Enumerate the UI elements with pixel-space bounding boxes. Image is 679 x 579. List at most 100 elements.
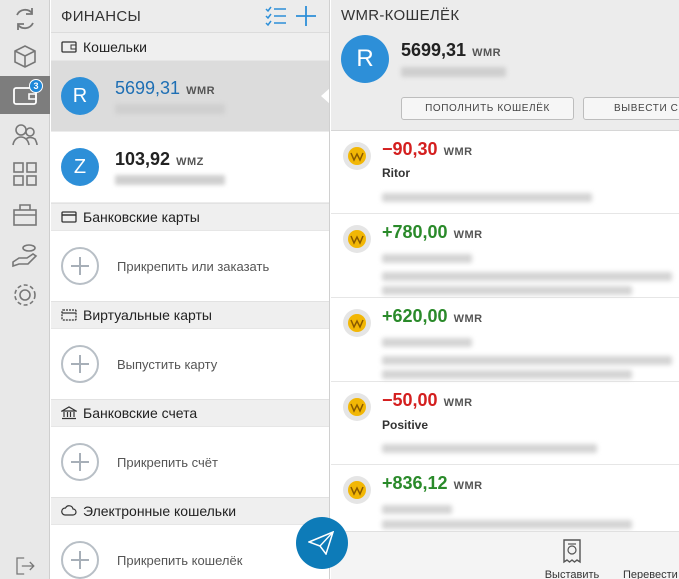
bank-cards-section-header: Банковские карты <box>51 203 329 231</box>
hand-coin-icon <box>12 244 38 268</box>
rail-item-shop[interactable] <box>0 195 50 233</box>
selection-pointer <box>321 88 329 104</box>
card-icon <box>61 211 77 223</box>
plus-icon <box>61 443 99 481</box>
webmoney-coin-icon <box>343 309 371 337</box>
logout-button[interactable] <box>0 552 50 579</box>
invoice-label: Выставить <box>544 569 600 579</box>
transaction-description-redacted <box>382 272 672 281</box>
finance-header: ФИНАНСЫ <box>51 0 329 33</box>
wallet-detail-title: WMR-КОШЕЛЁК <box>341 7 460 24</box>
wallets-count-badge: 3 <box>29 79 43 93</box>
transaction-description-redacted <box>382 286 632 295</box>
shop-icon <box>13 204 37 226</box>
e-wallets-section-header: Электронные кошельки <box>51 497 329 525</box>
wallet-number-redacted <box>401 67 506 77</box>
wallet-action-bar: Выставить Перевести <box>331 531 679 579</box>
attach-account-label: Прикрепить счёт <box>117 454 218 470</box>
issue-card-label: Выпустить карту <box>117 356 218 372</box>
transaction-item[interactable]: +836,12 WMR <box>331 465 679 531</box>
transaction-description-redacted <box>382 193 592 202</box>
section-title: Электронные кошельки <box>83 503 237 519</box>
wallet-avatar: R <box>61 77 99 115</box>
page-title: ФИНАНСЫ <box>61 7 142 25</box>
bank-accounts-section-header: Банковские счета <box>51 399 329 427</box>
transfer-label-area[interactable]: Перевести <box>613 532 679 579</box>
attach-account-row[interactable]: Прикрепить счёт <box>51 427 329 497</box>
wallet-currency: WMR <box>186 85 216 97</box>
rail-item-services[interactable] <box>0 155 50 193</box>
wallet-avatar: R <box>341 35 389 83</box>
withdraw-button[interactable]: ВЫВЕСТИ СР <box>583 97 679 120</box>
transaction-currency: WMR <box>453 313 483 325</box>
add-icon[interactable] <box>293 4 319 28</box>
rail-item-wallets[interactable]: 3 <box>0 76 50 114</box>
people-icon <box>12 124 38 146</box>
cloud-wallet-icon <box>61 505 77 516</box>
transfer-button[interactable] <box>296 517 348 569</box>
box-icon <box>14 45 36 68</box>
virtual-cards-section-header: Виртуальные карты <box>51 301 329 329</box>
transaction-counterparty-redacted <box>382 338 472 347</box>
rail-item-settings[interactable] <box>0 276 50 314</box>
wallet-number-redacted <box>115 175 225 185</box>
wallet-number-redacted <box>115 104 225 114</box>
transaction-description-redacted <box>382 444 597 453</box>
wallet-currency: WMR <box>472 47 502 59</box>
transaction-item[interactable]: +780,00 WMR <box>331 214 679 298</box>
transfer-label: Перевести <box>623 569 678 579</box>
wallet-detail-header: WMR-КОШЕЛЁК R 5699,31 WMR ПОПОЛНИТЬ КОШЕ… <box>331 0 679 131</box>
transaction-currency: WMR <box>453 480 483 492</box>
transaction-description-redacted <box>382 370 632 379</box>
virtual-card-icon <box>61 309 77 321</box>
webmoney-coin-icon <box>343 476 371 504</box>
transaction-description-redacted <box>382 356 672 365</box>
finance-panel: ФИНАНСЫ Кошельки R 5699,31 WMR Z 103,92 … <box>51 0 330 579</box>
transaction-counterparty: Ritor <box>382 166 410 180</box>
webmoney-coin-icon <box>343 142 371 170</box>
transaction-amount: −90,30 <box>382 139 438 159</box>
invoice-icon <box>563 539 581 564</box>
transaction-counterparty-redacted <box>382 254 472 263</box>
wallet-avatar: Z <box>61 148 99 186</box>
transaction-currency: WMR <box>443 146 473 158</box>
left-nav-rail: 3 <box>0 0 50 579</box>
transaction-item[interactable]: −90,30 WMR Ritor <box>331 131 679 214</box>
plus-icon <box>61 247 99 285</box>
settings-icon <box>14 284 36 306</box>
transaction-currency: WMR <box>443 397 473 409</box>
wallet-small-icon <box>61 40 77 53</box>
wallet-detail-panel: WMR-КОШЕЛЁК R 5699,31 WMR ПОПОЛНИТЬ КОШЕ… <box>331 0 679 579</box>
invoice-button[interactable]: Выставить <box>537 532 607 579</box>
transaction-description-redacted <box>382 520 632 529</box>
logout-icon <box>16 556 35 575</box>
wallet-amount: 5699,31 <box>115 78 181 98</box>
transaction-amount: +836,12 <box>382 473 448 493</box>
transaction-counterparty: Positive <box>382 418 429 432</box>
wallet-item-wmz[interactable]: Z 103,92 WMZ <box>51 132 329 203</box>
refresh-button[interactable] <box>0 0 50 38</box>
webmoney-coin-icon <box>343 393 371 421</box>
attach-card-label: Прикрепить или заказать <box>117 258 270 274</box>
transaction-currency: WMR <box>453 229 483 241</box>
wallet-balance: 5699,31 <box>401 40 467 60</box>
edit-list-icon[interactable] <box>263 4 289 28</box>
paper-plane-icon <box>308 531 334 555</box>
section-title: Кошельки <box>83 38 147 55</box>
attach-ewallet-row[interactable]: Прикрепить кошелёк <box>51 525 329 579</box>
issue-card-row[interactable]: Выпустить карту <box>51 329 329 399</box>
topup-button[interactable]: ПОПОЛНИТЬ КОШЕЛЁК <box>401 97 574 120</box>
transaction-amount: −50,00 <box>382 390 438 410</box>
attach-ewallet-label: Прикрепить кошелёк <box>117 552 243 568</box>
plus-icon <box>61 345 99 383</box>
rail-item-box[interactable] <box>0 37 50 75</box>
transaction-amount: +780,00 <box>382 222 448 242</box>
transaction-counterparty-redacted <box>382 505 452 514</box>
attach-card-row[interactable]: Прикрепить или заказать <box>51 231 329 301</box>
transaction-item[interactable]: −50,00 WMR Positive <box>331 382 679 465</box>
rail-item-payments[interactable] <box>0 236 50 274</box>
rail-item-contacts[interactable] <box>0 115 50 153</box>
bank-icon <box>61 406 77 420</box>
wallet-item-wmr[interactable]: R 5699,31 WMR <box>51 61 329 132</box>
transaction-item[interactable]: +620,00 WMR <box>331 298 679 382</box>
